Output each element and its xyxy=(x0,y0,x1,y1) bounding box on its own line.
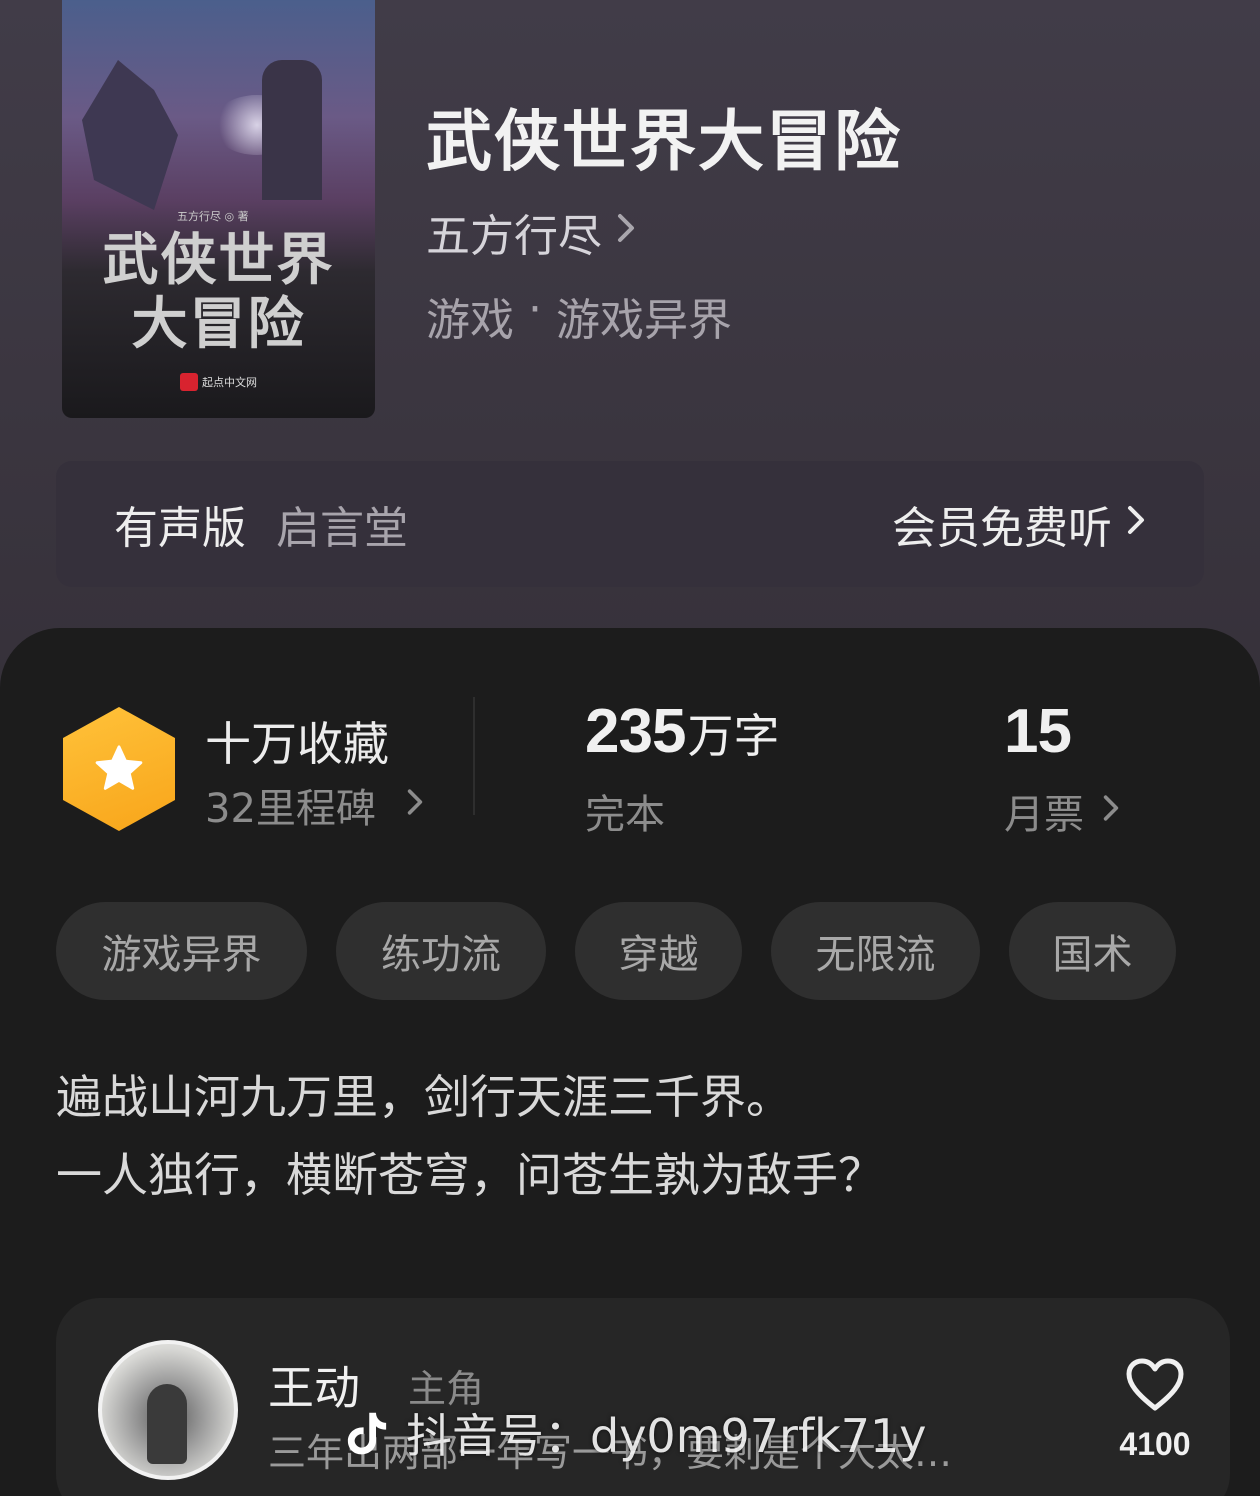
book-title: 武侠世界大冒险 xyxy=(426,102,902,180)
chevron-right-icon xyxy=(616,212,636,253)
genre-sub[interactable]: 游戏异界 xyxy=(556,284,732,348)
tiktok-watermark: 抖音号：dy0m97rfk71y xyxy=(340,1400,927,1466)
completion-status: 完本 xyxy=(585,792,665,838)
audio-version-bar[interactable]: 有声版 启言堂 会员免费听 xyxy=(56,461,1204,587)
audio-info: 有声版 启言堂 xyxy=(114,492,408,556)
author-name: 五方行尽 xyxy=(426,211,602,262)
stats-divider xyxy=(473,697,475,815)
genre-separator: · xyxy=(514,284,556,335)
cover-dragon-art xyxy=(82,60,178,210)
monthly-votes-number: 15 xyxy=(1004,697,1072,766)
like-button[interactable] xyxy=(1125,1358,1185,1412)
tiktok-icon xyxy=(347,1412,387,1455)
monthly-votes-label: 月票 xyxy=(1004,792,1084,838)
cover-publisher-name: 起点中文网 xyxy=(202,376,257,389)
cover-author-line: 五方行尽 ◎ 著 xyxy=(177,210,249,223)
star-icon xyxy=(95,745,143,790)
description-line: 遍战山河九万里，剑行天涯三千界。 xyxy=(56,1070,792,1124)
member-free-listen-button[interactable]: 会员免费听 xyxy=(892,492,1146,556)
favorites-count: 十万收藏 xyxy=(205,717,389,771)
milestones-link[interactable]: 32里程碑 xyxy=(205,776,424,834)
monthly-votes-link[interactable]: 月票 xyxy=(1004,782,1120,840)
book-cover[interactable]: 五方行尽 ◎ 著 武侠世界 大冒险 起点中文网 xyxy=(62,0,375,418)
cover-publisher: 起点中文网 xyxy=(180,373,257,391)
description-line: 一人独行，横断苍穹，问苍生孰为敌手？ xyxy=(56,1148,884,1202)
word-count: 235 万字 xyxy=(585,696,779,767)
cover-title-line2: 大冒险 xyxy=(131,291,306,357)
member-free-listen-label: 会员免费听 xyxy=(892,503,1112,554)
tag-chip[interactable]: 无限流 xyxy=(771,902,980,1000)
monthly-votes: 15 xyxy=(1004,696,1072,767)
character-avatar[interactable] xyxy=(98,1340,238,1480)
tag-chip[interactable]: 游戏异界 xyxy=(56,902,307,1000)
chevron-right-icon xyxy=(1126,504,1146,545)
like-count: 4100 xyxy=(1119,1426,1191,1462)
genre-main[interactable]: 游戏 xyxy=(426,284,514,348)
avatar-figure-art xyxy=(147,1384,187,1464)
audio-label: 有声版 xyxy=(114,503,246,554)
tag-chip[interactable]: 穿越 xyxy=(575,902,742,1000)
book-description[interactable]: 遍战山河九万里，剑行天涯三千界。 一人独行，横断苍穹，问苍生孰为敌手？ xyxy=(56,1058,884,1214)
author-link[interactable]: 五方行尽 xyxy=(426,200,636,264)
cover-title: 武侠世界 大冒险 xyxy=(62,228,375,356)
watermark-text: 抖音号：dy0m97rfk71y xyxy=(406,1409,927,1463)
word-count-number: 235 xyxy=(585,697,686,766)
heart-icon xyxy=(1126,1358,1184,1411)
tag-list: 游戏异界 练功流 穿越 无限流 国术 xyxy=(56,902,1176,1000)
audio-narrator: 启言堂 xyxy=(276,503,408,554)
chevron-right-icon xyxy=(1102,791,1120,832)
word-count-unit: 万字 xyxy=(687,709,780,763)
milestones-label: 32里程碑 xyxy=(205,786,376,832)
chevron-right-icon xyxy=(406,785,424,826)
genre-row: 游戏 · 游戏异界 xyxy=(426,284,732,348)
cover-tower-art xyxy=(262,60,322,200)
cover-title-line1: 武侠世界 xyxy=(102,227,335,293)
tag-chip[interactable]: 练功流 xyxy=(336,902,546,1000)
tag-chip[interactable]: 国术 xyxy=(1009,902,1176,1000)
publisher-logo-icon xyxy=(180,373,198,391)
